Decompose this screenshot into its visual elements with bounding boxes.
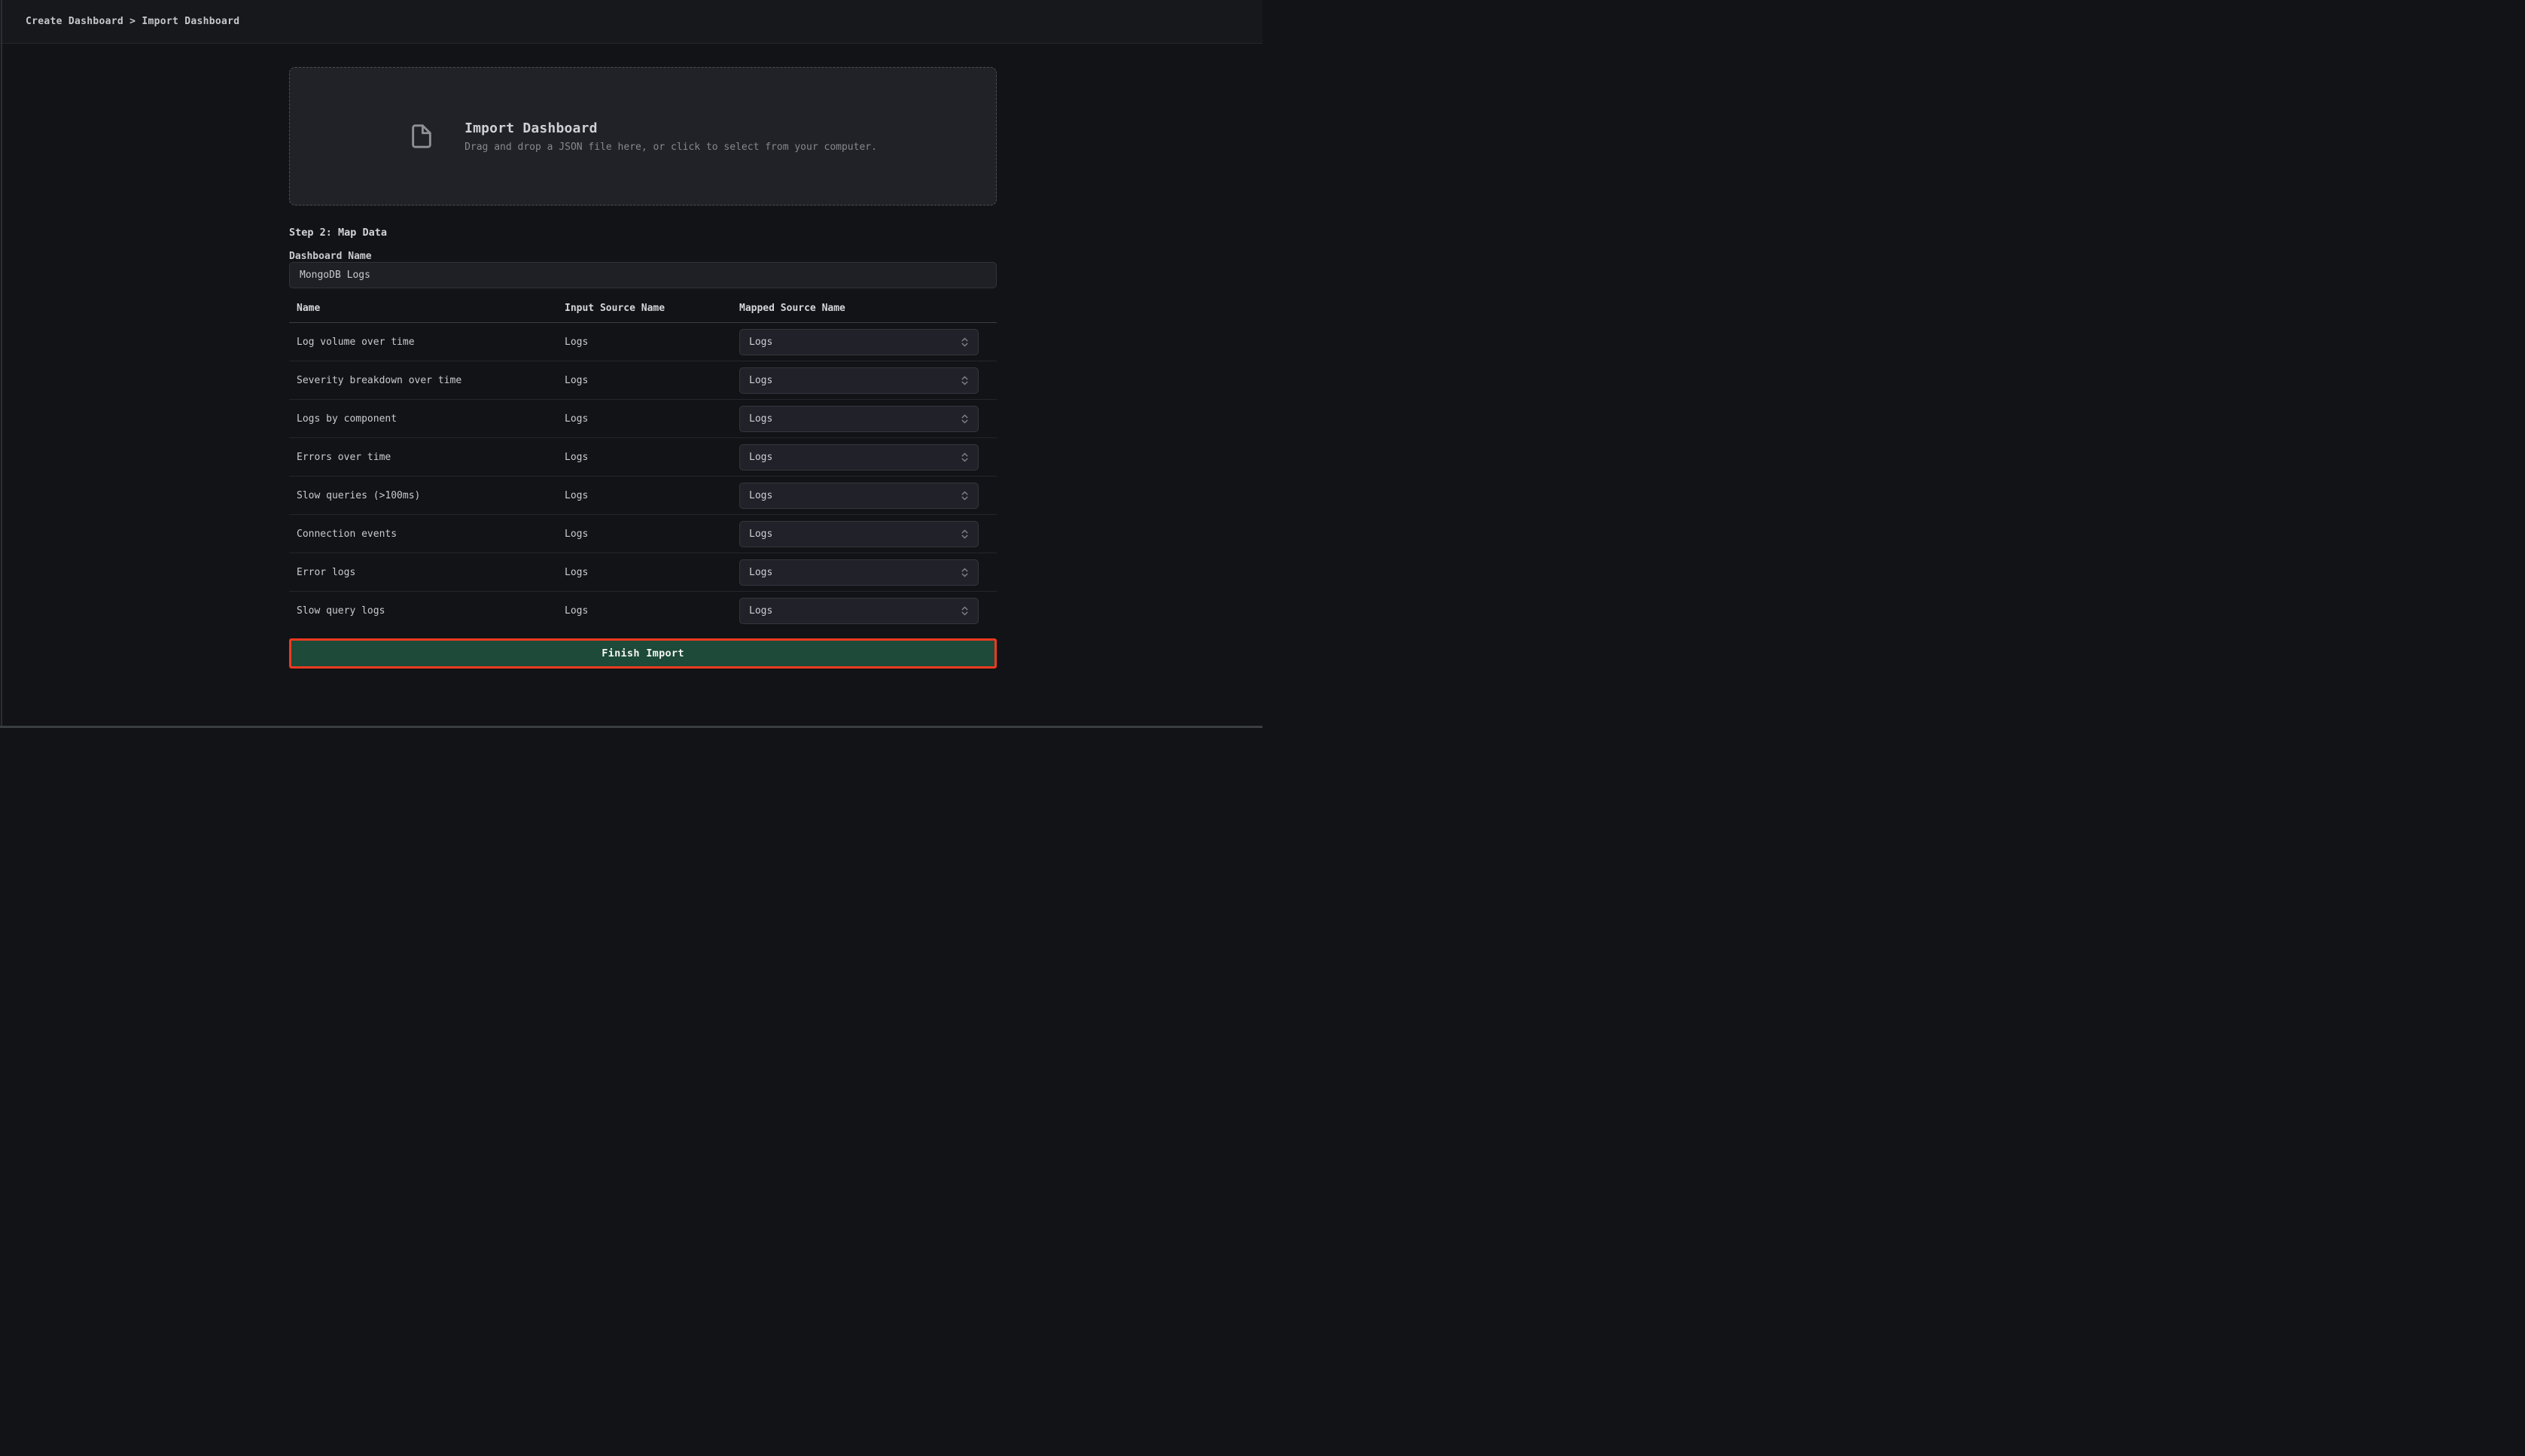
row-mapped-cell: Logs xyxy=(739,521,997,547)
mapped-source-select[interactable]: Logs xyxy=(739,598,979,624)
row-name: Severity breakdown over time xyxy=(289,375,565,386)
import-dropzone[interactable]: Import Dashboard Drag and drop a JSON fi… xyxy=(289,67,997,206)
row-mapped-cell: Logs xyxy=(739,483,997,509)
chevron-up-down-icon xyxy=(961,451,969,464)
row-name: Connection events xyxy=(289,528,565,540)
chevron-up-down-icon xyxy=(961,336,969,349)
chevron-up-down-icon xyxy=(961,566,969,579)
row-input-source: Logs xyxy=(565,528,739,540)
file-icon xyxy=(409,120,434,153)
mapped-source-select[interactable]: Logs xyxy=(739,367,979,394)
mapped-source-select[interactable]: Logs xyxy=(739,406,979,432)
row-mapped-cell: Logs xyxy=(739,367,997,394)
row-mapped-cell: Logs xyxy=(739,444,997,471)
chevron-up-down-icon xyxy=(961,605,969,617)
table-row: Logs by component Logs Logs xyxy=(289,400,997,438)
dashboard-name-input[interactable] xyxy=(289,262,997,288)
select-value: Logs xyxy=(749,375,772,386)
row-mapped-cell: Logs xyxy=(739,598,997,624)
breadcrumb[interactable]: Create Dashboard > Import Dashboard xyxy=(26,16,239,27)
finish-import-button[interactable]: Finish Import xyxy=(289,638,997,669)
row-name: Error logs xyxy=(289,567,565,578)
step-title: Step 2: Map Data xyxy=(289,227,997,239)
row-name: Errors over time xyxy=(289,452,565,463)
header-mapped-source: Mapped Source Name xyxy=(739,303,997,314)
window-left-edge xyxy=(1,0,2,728)
dropzone-subtitle: Drag and drop a JSON file here, or click… xyxy=(464,142,877,153)
topbar: Create Dashboard > Import Dashboard xyxy=(0,0,1262,44)
table-body: Log volume over time Logs Logs Severity … xyxy=(289,323,997,630)
row-mapped-cell: Logs xyxy=(739,559,997,586)
row-input-source: Logs xyxy=(565,337,739,348)
table-header-row: Name Input Source Name Mapped Source Nam… xyxy=(289,288,997,323)
chevron-up-down-icon xyxy=(961,489,969,502)
table-row: Slow query logs Logs Logs xyxy=(289,592,997,630)
header-input-source: Input Source Name xyxy=(565,303,739,314)
row-mapped-cell: Logs xyxy=(739,329,997,355)
window-bottom-edge xyxy=(0,726,1262,728)
mapped-source-select[interactable]: Logs xyxy=(739,444,979,471)
row-input-source: Logs xyxy=(565,375,739,386)
mapping-table: Name Input Source Name Mapped Source Nam… xyxy=(289,288,997,630)
select-value: Logs xyxy=(749,605,772,617)
mapped-source-select[interactable]: Logs xyxy=(739,483,979,509)
mapped-source-select[interactable]: Logs xyxy=(739,521,979,547)
table-row: Error logs Logs Logs xyxy=(289,553,997,592)
header-name: Name xyxy=(289,303,565,314)
row-input-source: Logs xyxy=(565,567,739,578)
dropzone-title: Import Dashboard xyxy=(464,120,877,136)
row-input-source: Logs xyxy=(565,605,739,617)
row-mapped-cell: Logs xyxy=(739,406,997,432)
row-name: Slow queries (>100ms) xyxy=(289,490,565,501)
select-value: Logs xyxy=(749,337,772,348)
select-value: Logs xyxy=(749,528,772,540)
chevron-up-down-icon xyxy=(961,528,969,541)
select-value: Logs xyxy=(749,452,772,463)
table-row: Log volume over time Logs Logs xyxy=(289,323,997,361)
dashboard-name-label: Dashboard Name xyxy=(289,251,372,262)
table-row: Errors over time Logs Logs xyxy=(289,438,997,477)
main-area: Import Dashboard Drag and drop a JSON fi… xyxy=(0,44,1262,669)
row-input-source: Logs xyxy=(565,452,739,463)
mapped-source-select[interactable]: Logs xyxy=(739,329,979,355)
row-name: Logs by component xyxy=(289,413,565,425)
row-input-source: Logs xyxy=(565,413,739,425)
dropzone-text: Import Dashboard Drag and drop a JSON fi… xyxy=(464,120,877,153)
table-row: Severity breakdown over time Logs Logs xyxy=(289,361,997,400)
content-column: Import Dashboard Drag and drop a JSON fi… xyxy=(289,67,997,669)
mapped-source-select[interactable]: Logs xyxy=(739,559,979,586)
row-name: Log volume over time xyxy=(289,337,565,348)
table-row: Slow queries (>100ms) Logs Logs xyxy=(289,477,997,515)
chevron-up-down-icon xyxy=(961,374,969,387)
select-value: Logs xyxy=(749,413,772,425)
select-value: Logs xyxy=(749,490,772,501)
chevron-up-down-icon xyxy=(961,413,969,425)
select-value: Logs xyxy=(749,567,772,578)
row-input-source: Logs xyxy=(565,490,739,501)
table-row: Connection events Logs Logs xyxy=(289,515,997,553)
row-name: Slow query logs xyxy=(289,605,565,617)
